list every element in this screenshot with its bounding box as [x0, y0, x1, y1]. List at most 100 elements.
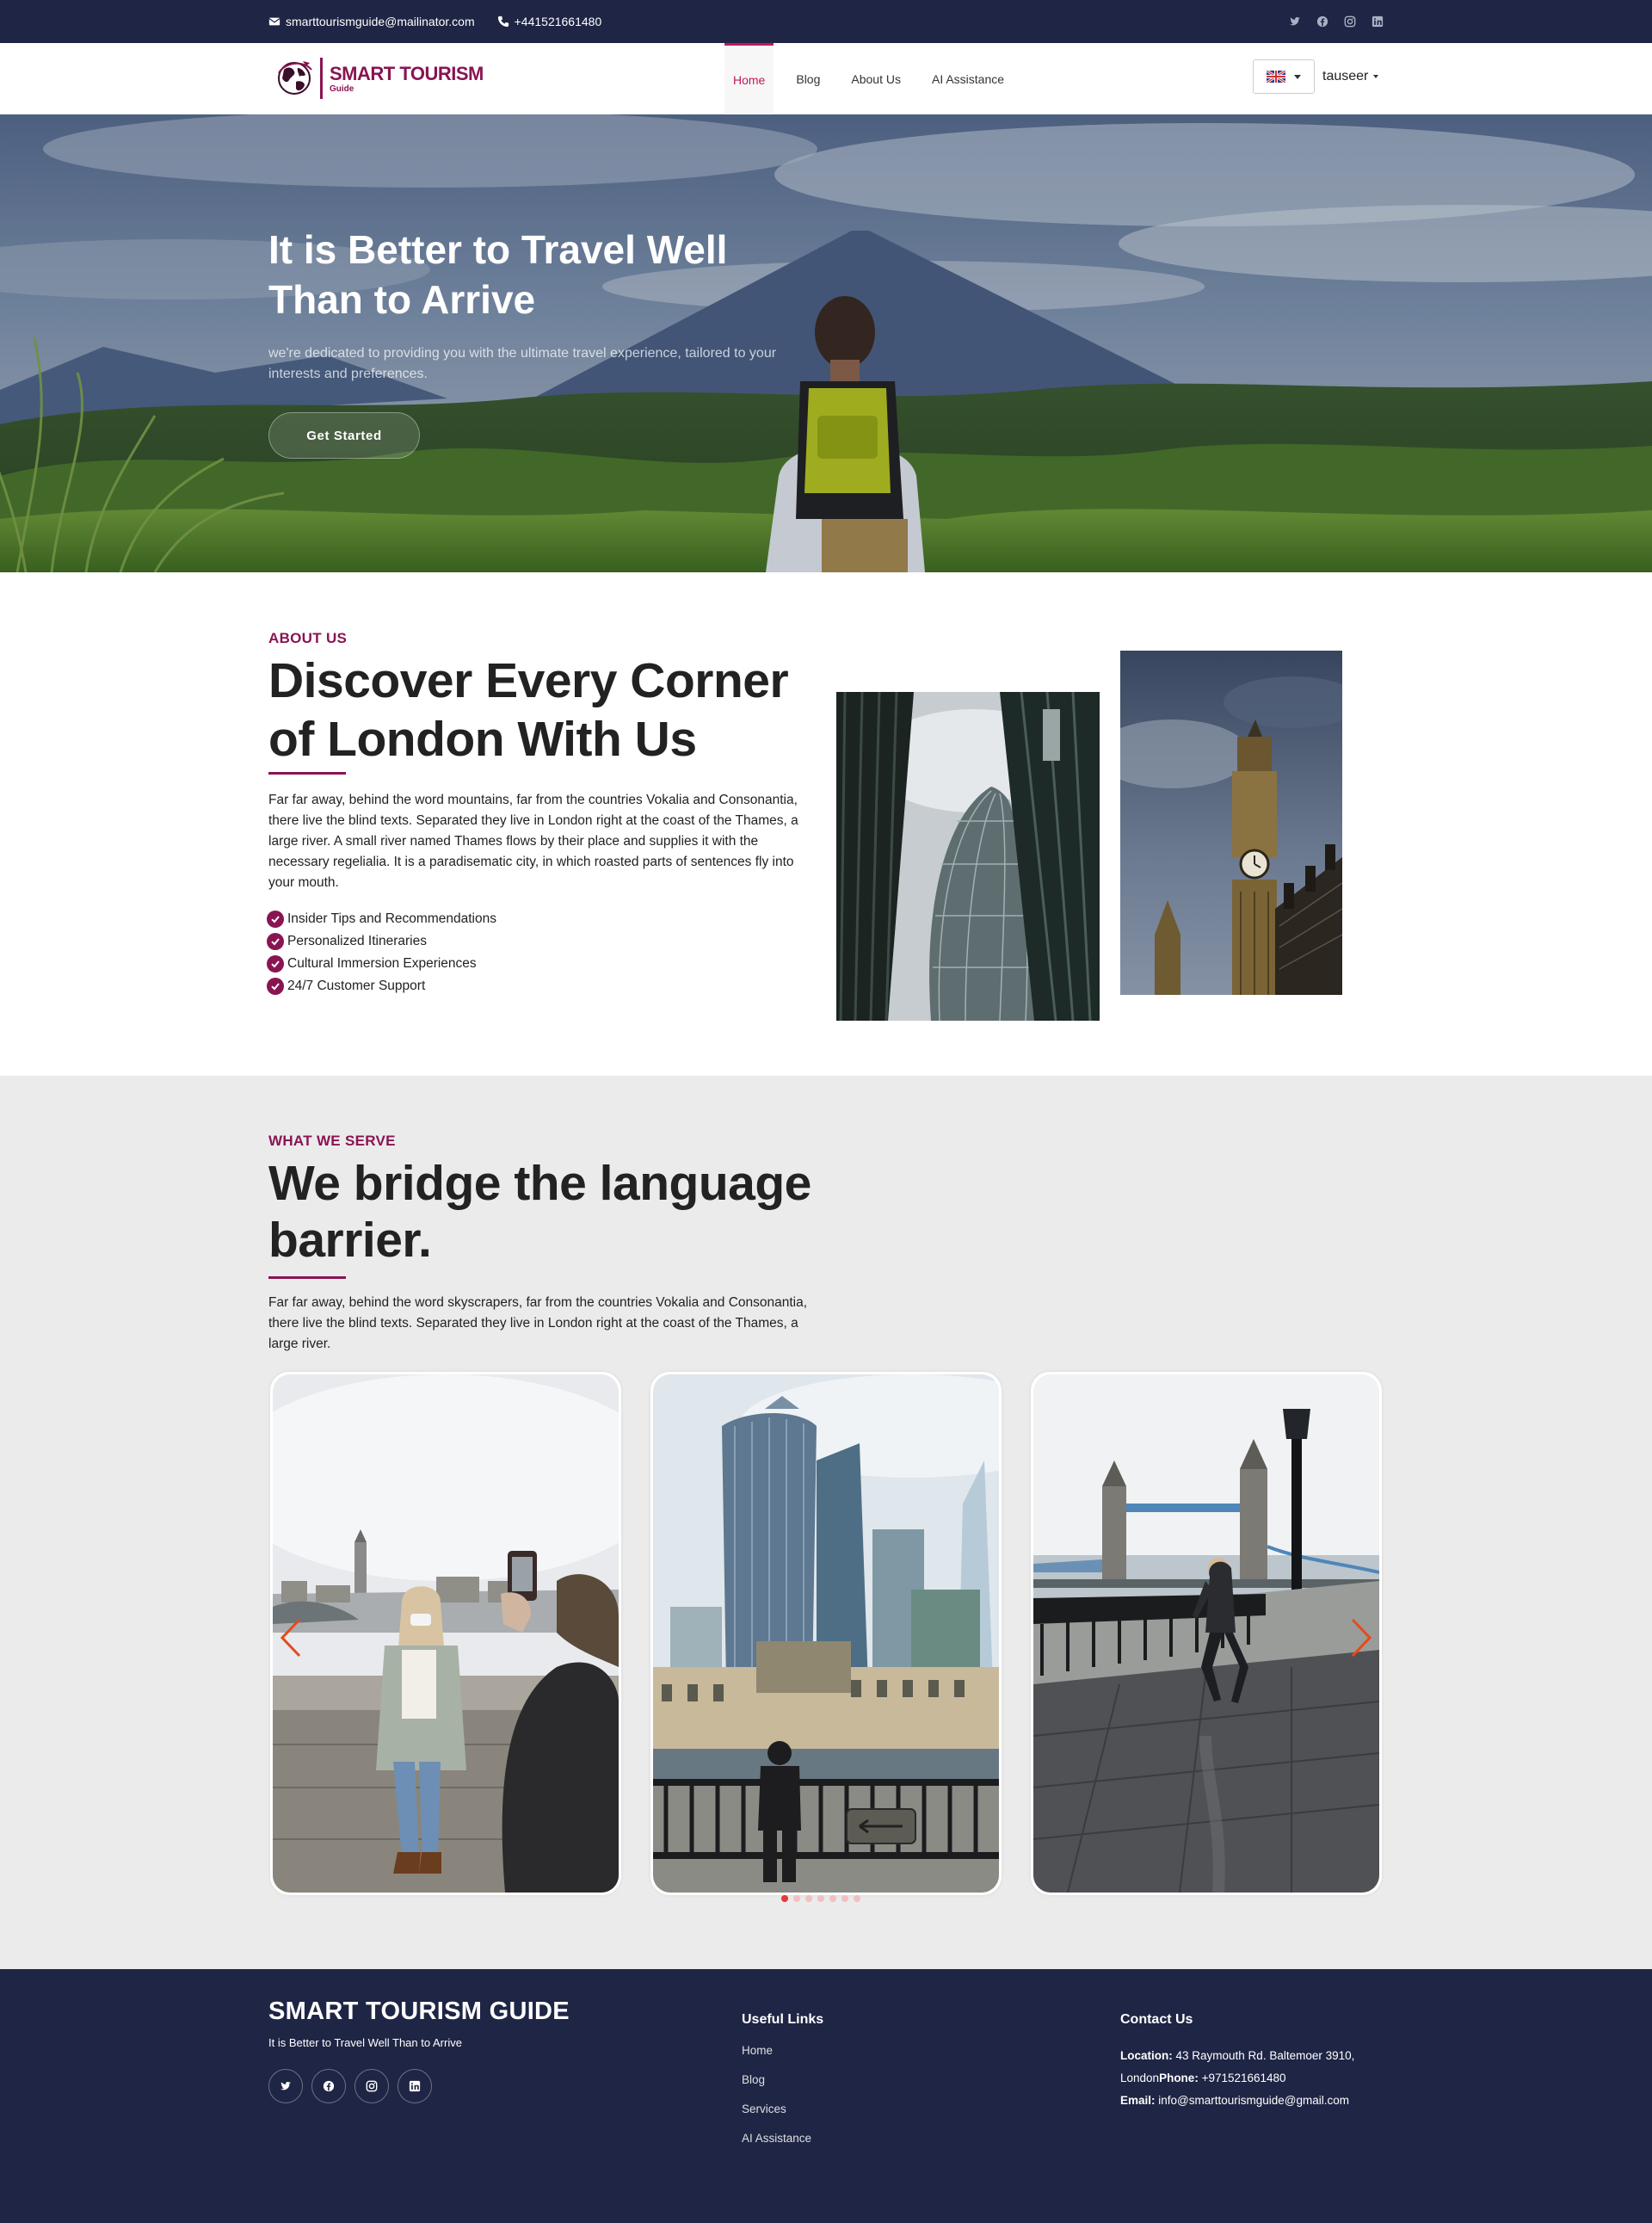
feature-label: Insider Tips and Recommendations — [287, 911, 496, 926]
check-circle-icon — [267, 933, 284, 950]
list-item: 24/7 Customer Support — [267, 975, 496, 997]
serve-title: We bridge the language barrier. — [268, 1156, 811, 1268]
location-label: Location: — [1120, 2049, 1173, 2062]
hero: It is Better to Travel Well Than to Arri… — [0, 114, 1652, 572]
footer-instagram-button[interactable] — [354, 2069, 389, 2103]
footer-twitter-button[interactable] — [268, 2069, 303, 2103]
carousel-dots — [781, 1895, 860, 1902]
check-circle-icon — [267, 978, 284, 995]
top-email-text: smarttourismguide@mailinator.com — [286, 15, 475, 28]
list-item: Personalized Itineraries — [267, 930, 496, 953]
footer-link-home[interactable]: Home — [742, 2044, 811, 2073]
check-circle-icon — [267, 911, 284, 928]
footer: SMART TOURISM GUIDE It is Better to Trav… — [0, 1969, 1652, 2223]
top-contact: smarttourismguide@mailinator.com +441521… — [268, 0, 601, 43]
useful-links: Home Blog Services AI Assistance — [742, 2044, 811, 2161]
uk-flag-icon — [1267, 71, 1285, 83]
city-skyline-image — [653, 1374, 999, 1893]
carousel-dot[interactable] — [805, 1895, 812, 1902]
top-email[interactable]: smarttourismguide@mailinator.com — [268, 15, 475, 28]
hero-content: It is Better to Travel Well Than to Arri… — [268, 225, 828, 459]
phone-value: +971521661480 — [1201, 2072, 1286, 2084]
top-bar: smarttourismguide@mailinator.com +441521… — [0, 0, 1652, 43]
carousel-prev-arrow-icon[interactable] — [277, 1616, 303, 1659]
phone-label: Phone: — [1159, 2072, 1199, 2084]
footer-tagline: It is Better to Travel Well Than to Arri… — [268, 2036, 462, 2049]
carousel-dot[interactable] — [854, 1895, 860, 1902]
carousel-card[interactable] — [1031, 1372, 1382, 1895]
carousel-dot[interactable] — [841, 1895, 848, 1902]
logo-divider — [320, 58, 323, 99]
footer-link-services[interactable]: Services — [742, 2103, 811, 2132]
logo-text: SMART TOURISM Guide — [330, 62, 484, 94]
instagram-icon[interactable] — [1344, 15, 1356, 28]
about-title-underline — [268, 772, 346, 775]
language-selector[interactable] — [1253, 59, 1315, 94]
instagram-icon — [366, 2080, 378, 2092]
about-feature-list: Insider Tips and Recommendations Persona… — [267, 908, 496, 997]
hero-subtitle: we're dedicated to providing you with th… — [268, 346, 777, 381]
facebook-icon[interactable] — [1316, 15, 1328, 28]
footer-linkedin-button[interactable] — [398, 2069, 432, 2103]
feature-label: Cultural Immersion Experiences — [287, 956, 477, 971]
twitter-icon[interactable] — [1289, 15, 1301, 28]
user-name: tauseer — [1322, 69, 1369, 83]
carousel-dot[interactable] — [817, 1895, 824, 1902]
linkedin-icon — [409, 2080, 421, 2092]
tower-bridge-runner-image — [1033, 1374, 1379, 1893]
logo-subtitle: Guide — [330, 83, 354, 94]
nav-ai-assistance[interactable]: AI Assistance — [923, 43, 1013, 114]
user-menu[interactable]: tauseer — [1322, 59, 1379, 94]
serve-title-underline — [268, 1276, 346, 1279]
contact-us-title: Contact Us — [1120, 2012, 1193, 2027]
feature-label: Personalized Itineraries — [287, 934, 427, 948]
useful-links-title: Useful Links — [742, 2012, 824, 2027]
top-phone[interactable]: +441521661480 — [497, 15, 602, 28]
globe-logo-icon — [278, 61, 312, 95]
nav-home[interactable]: Home — [724, 43, 774, 114]
carousel-dot[interactable] — [829, 1895, 836, 1902]
top-socials — [1289, 0, 1384, 43]
email-label: Email: — [1120, 2094, 1156, 2107]
main-nav: Home Blog About Us AI Assistance — [718, 43, 1020, 114]
contact-info: Location: 43 Raymouth Rd. Baltemoer 3910… — [1120, 2045, 1396, 2112]
footer-title: SMART TOURISM GUIDE — [268, 1998, 570, 2025]
feature-label: 24/7 Customer Support — [287, 979, 426, 993]
footer-link-blog[interactable]: Blog — [742, 2073, 811, 2103]
logo[interactable]: SMART TOURISM Guide — [275, 54, 484, 102]
navbar: SMART TOURISM Guide Home Blog About Us A… — [0, 43, 1652, 114]
footer-link-ai-assistance[interactable]: AI Assistance — [742, 2132, 811, 2161]
about-kicker: ABOUT US — [268, 630, 348, 646]
envelope-icon — [268, 17, 280, 26]
chevron-down-icon — [1294, 74, 1301, 79]
nav-blog[interactable]: Blog — [787, 43, 829, 114]
top-phone-text: +441521661480 — [514, 15, 602, 28]
carousel-dot[interactable] — [793, 1895, 800, 1902]
about-description: Far far away, behind the word mountains,… — [268, 793, 798, 890]
carousel-card[interactable] — [270, 1372, 621, 1895]
get-started-button[interactable]: Get Started — [268, 412, 420, 459]
carousel-dot-active[interactable] — [781, 1895, 788, 1902]
hero-title: It is Better to Travel Well Than to Arri… — [268, 227, 728, 322]
logo-title: SMART TOURISM — [330, 62, 484, 84]
facebook-icon — [323, 2080, 335, 2092]
email-value[interactable]: info@smarttourismguide@gmail.com — [1158, 2094, 1349, 2107]
serve-section: WHAT WE SERVE We bridge the language bar… — [0, 1076, 1652, 1969]
carousel-card[interactable] — [650, 1372, 1002, 1895]
big-ben-photo — [1120, 651, 1342, 995]
check-circle-icon — [267, 955, 284, 973]
nav-about-us[interactable]: About Us — [842, 43, 909, 114]
twitter-icon — [280, 2081, 292, 2090]
list-item: Insider Tips and Recommendations — [267, 908, 496, 930]
user-caret-icon — [1373, 75, 1379, 78]
linkedin-icon[interactable] — [1372, 15, 1384, 28]
serve-kicker: WHAT WE SERVE — [268, 1133, 396, 1149]
footer-socials — [268, 2069, 432, 2103]
about-section: ABOUT US Discover Every Corner of London… — [0, 572, 1652, 1076]
woman-photo-image — [273, 1374, 619, 1893]
carousel-next-arrow-icon[interactable] — [1349, 1616, 1375, 1659]
list-item: Cultural Immersion Experiences — [267, 953, 496, 975]
phone-icon — [497, 15, 509, 28]
skyscraper-photo — [836, 692, 1100, 1021]
footer-facebook-button[interactable] — [311, 2069, 346, 2103]
